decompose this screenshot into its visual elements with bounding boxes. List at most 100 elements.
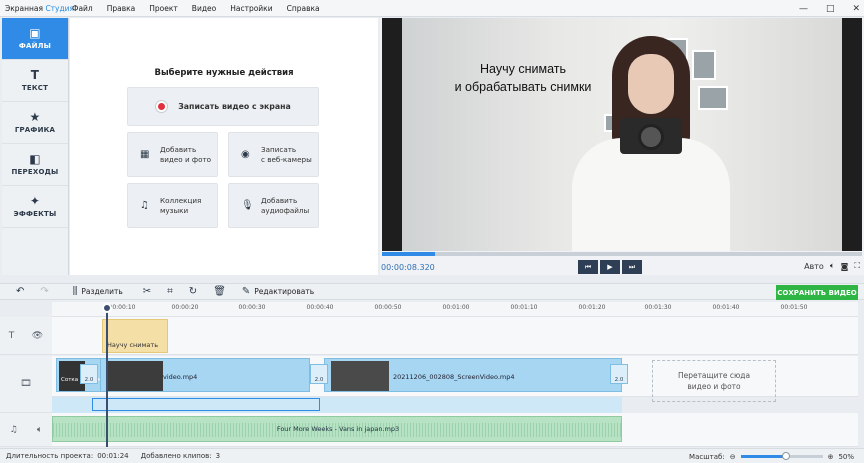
play-button[interactable]: ▶ — [600, 260, 620, 274]
timeline-ruler[interactable]: 00:00:10 00:00:20 00:00:30 00:00:40 00:0… — [52, 302, 858, 317]
video-clip-2[interactable]: 20211206_002808_ScreenVideo.mp4 — [324, 358, 622, 392]
sidebar-item-graphics[interactable]: ★ ГРАФИКА — [2, 102, 68, 144]
subtrack-selection[interactable] — [92, 398, 320, 411]
actions-title: Выберите нужные действия — [154, 68, 294, 78]
zoom-slider[interactable] — [740, 452, 823, 460]
preview-timecode: 00:00:08.320 — [381, 263, 435, 272]
menu-help[interactable]: Справка — [287, 4, 320, 13]
minimize-icon[interactable]: — — [799, 4, 808, 14]
split-icon[interactable]: ⫼ — [73, 286, 78, 297]
transition-marker[interactable]: 2.0 — [310, 364, 328, 384]
text-track[interactable]: Научу снимать — [52, 317, 858, 355]
video-preview[interactable]: Научу снимать и обрабатывать снимки — [382, 18, 862, 251]
playhead-line[interactable] — [106, 305, 108, 447]
crop-icon[interactable]: ⌗ — [167, 286, 173, 297]
scrubber-fill — [382, 252, 435, 256]
clips-count-label: Добавлено клипов: — [140, 452, 212, 460]
text-track-icon: T — [8, 330, 15, 341]
ruler-tick: 00:01:10 — [510, 304, 538, 311]
visibility-eye-icon[interactable]: 👁︎ — [32, 331, 43, 341]
app-title-main: Экранная — [5, 3, 46, 13]
snapshot-icon[interactable]: ◙ — [841, 262, 849, 271]
clip-thumbnail — [331, 361, 389, 391]
volume-icon[interactable]: 🔈︎ — [830, 261, 835, 271]
audio-clip[interactable]: Four More Weeks - Vans in japan.mp3 — [52, 416, 622, 442]
playhead-handle[interactable] — [102, 303, 112, 313]
add-audio-button[interactable]: 🎙︎ Добавить аудиофайлы — [228, 183, 319, 228]
transition-marker[interactable]: 2.0 — [80, 364, 98, 384]
wall-photo — [698, 86, 728, 110]
undo-icon[interactable]: ↶ — [16, 286, 24, 297]
music-collection-button[interactable]: ♫ Коллекция музыки — [127, 183, 218, 228]
zoom-out-icon[interactable]: ⊖ — [730, 453, 736, 461]
sidebar-item-transitions[interactable]: ◧ ПЕРЕХОДЫ — [2, 144, 68, 186]
skip-forward-button[interactable]: ⏭ — [622, 260, 642, 274]
video-clip-1[interactable]: video.mp4 — [100, 358, 310, 392]
trash-icon[interactable]: 🗑︎ — [213, 286, 226, 297]
text-clip[interactable]: Научу снимать — [102, 319, 168, 353]
menu-settings[interactable]: Настройки — [230, 4, 272, 13]
zoom-in-icon[interactable]: ⊕ — [828, 453, 834, 461]
close-icon[interactable]: ✕ — [852, 4, 860, 14]
video-track-header: 🎞︎ — [0, 356, 52, 413]
record-screen-button[interactable]: Записать видео с экрана — [127, 87, 319, 126]
app-title: Экранная Студия — [0, 3, 74, 13]
audio-track[interactable]: Four More Weeks - Vans in japan.mp3 — [52, 413, 858, 447]
ruler-tick: 00:01:30 — [644, 304, 672, 311]
add-audio-label: Добавить аудиофайлы — [261, 195, 310, 215]
sidebar-item-label: ГРАФИКА — [14, 126, 56, 134]
preview-scrubber[interactable] — [382, 252, 862, 256]
ruler-tick: 00:00:40 — [306, 304, 334, 311]
tool-sidebar: ▣ ФАЙЛЫ T ТЕКСТ ★ ГРАФИКА ◧ ПЕРЕХОДЫ ✦ Э… — [2, 18, 69, 275]
video-frame — [402, 18, 842, 251]
menu-edit[interactable]: Правка — [107, 4, 136, 13]
fullscreen-icon[interactable]: ⛶ — [854, 261, 860, 271]
sidebar-item-files[interactable]: ▣ ФАЙЛЫ — [2, 18, 68, 60]
ruler-tick: 00:00:30 — [238, 304, 266, 311]
edit-icon[interactable]: ✎ — [242, 286, 250, 297]
clips-count-value: 3 — [215, 452, 221, 460]
sidebar-item-label: ПЕРЕХОДЫ — [11, 168, 59, 176]
music-note-icon: ♫ — [9, 424, 18, 435]
skip-back-button[interactable]: ⏮ — [578, 260, 598, 274]
drop-zone[interactable]: Перетащите сюда видео и фото — [652, 360, 776, 402]
ruler-tick: 00:01:50 — [780, 304, 808, 311]
maximize-icon[interactable]: □ — [826, 4, 835, 14]
redo-icon[interactable]: ↷ — [40, 286, 48, 297]
video-clip-2-name: 20211206_002808_ScreenVideo.mp4 — [393, 373, 515, 381]
ruler-tick: 00:01:00 — [442, 304, 470, 311]
volume-icon[interactable]: 🔈︎ — [37, 425, 42, 435]
text-clip-label: Научу снимать — [107, 341, 159, 349]
transition-marker[interactable]: 2.0 — [610, 364, 628, 384]
add-video-label: Добавить видео и фото — [160, 144, 212, 164]
sidebar-item-label: ФАЙЛЫ — [18, 42, 52, 50]
video-track[interactable]: Сотка графика video.mp4 20211206_002808_… — [52, 356, 858, 402]
sidebar-item-effects[interactable]: ✦ ЭФФЕКТЫ — [2, 186, 68, 228]
menu-project[interactable]: Проект — [149, 4, 178, 13]
scissors-icon[interactable]: ✂ — [143, 286, 151, 297]
record-webcam-button[interactable]: ◉ Записать с веб-камеры — [228, 132, 319, 177]
preview-right-controls: Авто 🔈︎ ◙ ⛶ — [804, 261, 860, 271]
status-bar: Длительность проекта: 00:01:24 Добавлено… — [0, 448, 864, 463]
ruler-tick: 00:00:20 — [171, 304, 199, 311]
rotate-icon[interactable]: ↻ — [189, 286, 197, 297]
audio-clip-name: Four More Weeks - Vans in japan.mp3 — [276, 425, 400, 433]
split-button[interactable]: Разделить — [81, 287, 122, 296]
person-body — [572, 138, 730, 251]
title-bar: Экранная Студия Файл Правка Проект Видео… — [0, 0, 864, 17]
menu-file[interactable]: Файл — [72, 4, 93, 13]
auto-quality-toggle[interactable]: Авто — [804, 262, 824, 271]
video-clip-1-name: video.mp4 — [163, 373, 198, 381]
video-track-icon: 🎞︎ — [20, 379, 32, 389]
sidebar-item-text[interactable]: T ТЕКСТ — [2, 60, 68, 102]
ruler-tick: 00:00:50 — [374, 304, 402, 311]
add-video-button[interactable]: ▦ Добавить видео и фото — [127, 132, 218, 177]
sidebar-item-label: ЭФФЕКТЫ — [13, 210, 57, 218]
save-video-button[interactable]: СОХРАНИТЬ ВИДЕО — [776, 285, 858, 300]
overlay-subtrack[interactable] — [52, 397, 622, 413]
record-icon — [155, 100, 169, 113]
zoom-slider-handle[interactable] — [781, 452, 790, 460]
menu-video[interactable]: Видео — [192, 4, 216, 13]
edit-button[interactable]: Редактировать — [254, 287, 314, 296]
ruler-tick: 00:00:10 — [108, 304, 136, 311]
